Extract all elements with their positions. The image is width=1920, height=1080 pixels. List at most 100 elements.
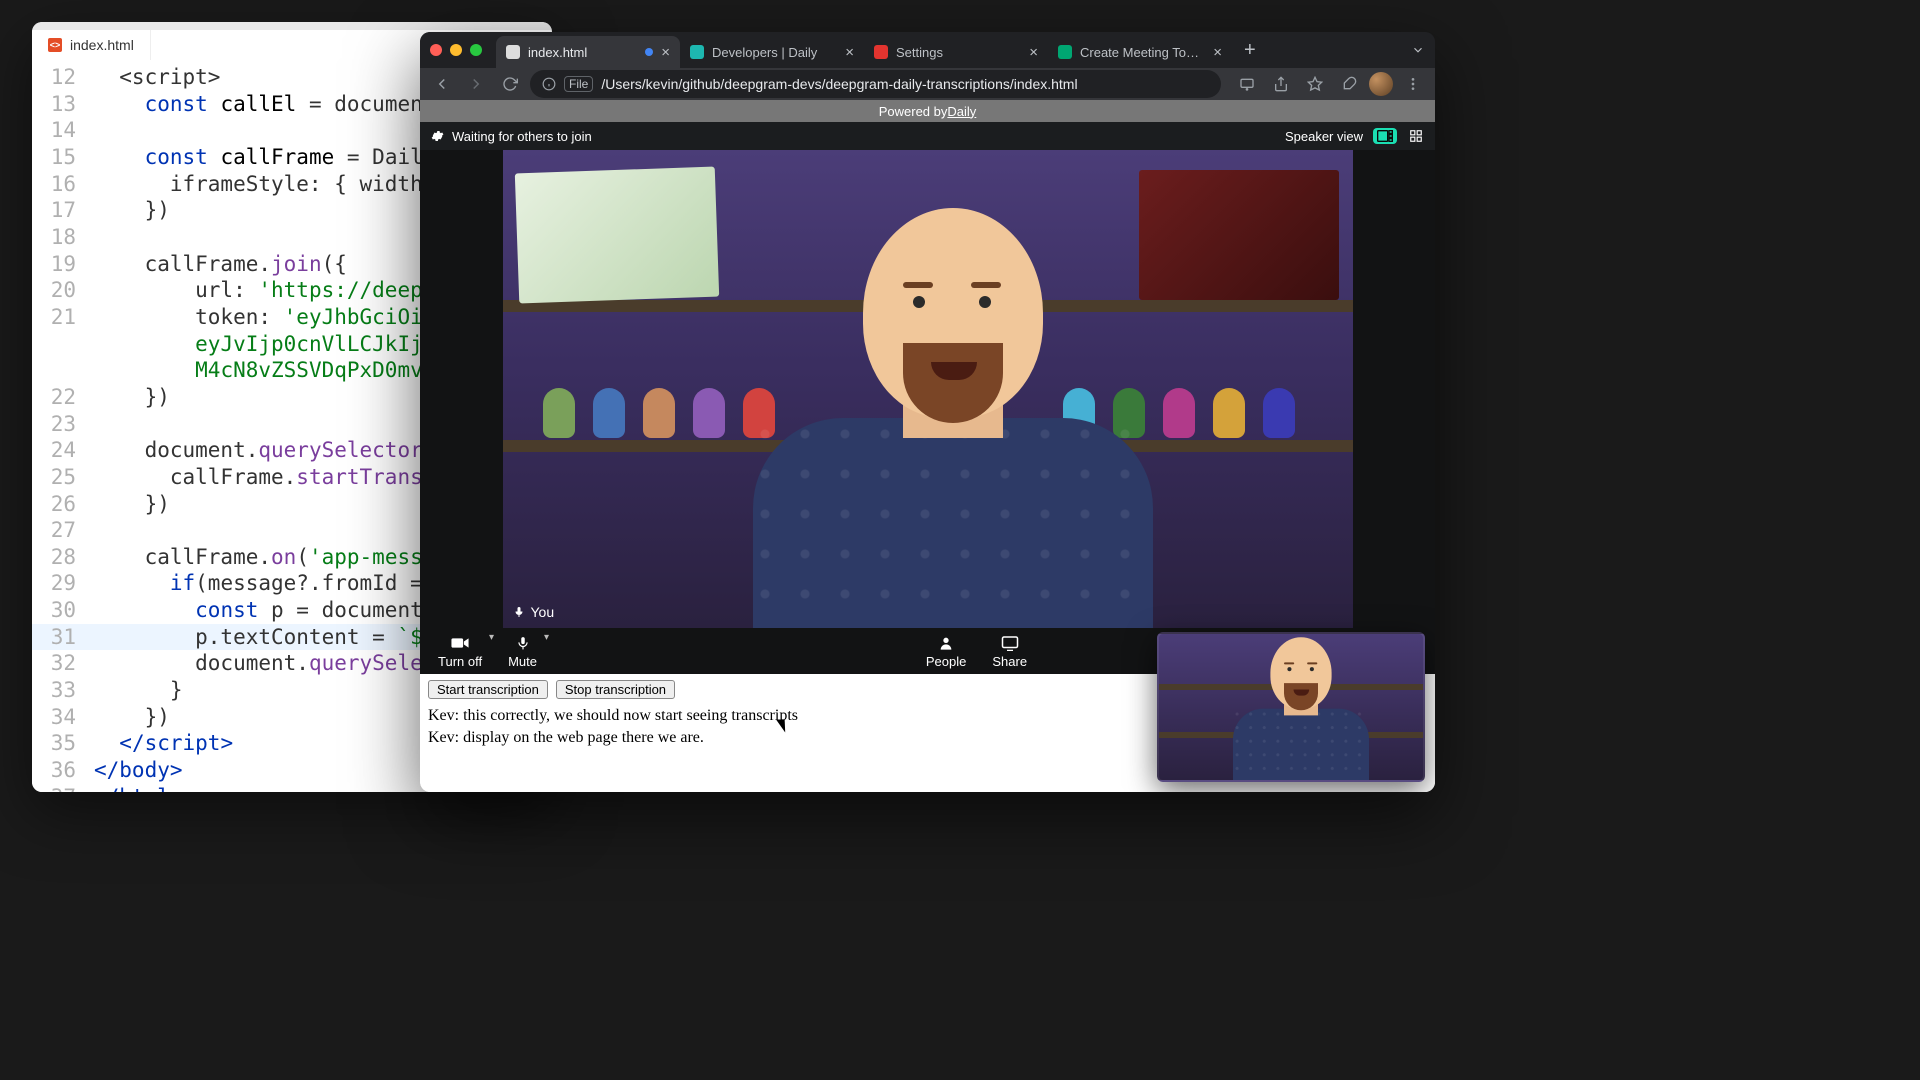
line-number: 24	[32, 437, 94, 464]
line-number: 36	[32, 757, 94, 784]
tab-close-button[interactable]: ×	[1029, 45, 1038, 60]
cast-icon[interactable]	[1233, 70, 1261, 98]
mouse-cursor	[780, 716, 792, 734]
tab-title: index.html	[528, 45, 637, 60]
line-number: 30	[32, 597, 94, 624]
tab-favicon-icon	[874, 45, 888, 59]
nav-forward-button[interactable]	[462, 70, 490, 98]
profile-avatar[interactable]	[1369, 72, 1393, 96]
share-icon[interactable]	[1267, 70, 1295, 98]
browser-tab[interactable]: Developers | Daily ×	[680, 36, 864, 68]
line-number: 17	[32, 197, 94, 224]
line-number: 14	[32, 117, 94, 144]
tab-favicon-icon	[506, 45, 520, 59]
tab-title: Developers | Daily	[712, 45, 837, 60]
window-minimize-button[interactable]	[450, 44, 462, 56]
mic-toggle-button[interactable]: ▾ Mute	[508, 634, 537, 669]
line-number: 32	[32, 650, 94, 677]
tab-close-button[interactable]: ×	[1213, 45, 1222, 60]
tab-title: Create Meeting Token - My W	[1080, 45, 1205, 60]
html-file-icon: <>	[48, 38, 62, 52]
browser-tab[interactable]: index.html ×	[496, 36, 680, 68]
url-input[interactable]: File /Users/kevin/github/deepgram-devs/d…	[530, 70, 1221, 98]
tab-close-button[interactable]: ×	[845, 45, 854, 60]
line-number: 16	[32, 171, 94, 198]
daily-call-frame: Powered by Daily Waiting for others to j…	[420, 100, 1435, 674]
mic-toggle-label: Mute	[508, 654, 537, 669]
bookmark-star-icon[interactable]	[1301, 70, 1329, 98]
participant-video-self	[703, 198, 1203, 628]
tab-unsaved-indicator	[645, 48, 653, 56]
speaker-view-label: Speaker view	[1285, 129, 1363, 144]
url-scheme-chip: File	[564, 76, 593, 92]
window-maximize-button[interactable]	[470, 44, 482, 56]
tab-close-button[interactable]: ×	[661, 45, 670, 60]
main-video-tile[interactable]: You	[503, 150, 1353, 628]
line-number	[32, 357, 94, 384]
speaker-view-button[interactable]	[1373, 128, 1397, 144]
people-label: People	[926, 654, 966, 669]
line-number: 35	[32, 730, 94, 757]
people-button[interactable]: People	[926, 634, 966, 669]
line-number: 27	[32, 517, 94, 544]
new-tab-button[interactable]: +	[1232, 39, 1268, 62]
line-number: 28	[32, 544, 94, 571]
line-number	[32, 331, 94, 358]
camera-toggle-button[interactable]: ▾ Turn off	[438, 634, 482, 669]
line-number: 21	[32, 304, 94, 331]
line-number: 18	[32, 224, 94, 251]
daily-powered-banner: Powered by Daily	[420, 100, 1435, 122]
url-text: /Users/kevin/github/deepgram-devs/deepgr…	[601, 76, 1077, 92]
share-label: Share	[992, 654, 1027, 669]
tabs-overflow-button[interactable]	[1411, 43, 1425, 57]
line-number: 26	[32, 491, 94, 518]
site-info-icon[interactable]	[542, 77, 556, 91]
stop-transcription-button[interactable]: Stop transcription	[556, 680, 675, 699]
daily-link[interactable]: Daily	[947, 104, 976, 119]
share-button[interactable]: Share	[992, 634, 1027, 669]
window-close-button[interactable]	[430, 44, 442, 56]
tab-favicon-icon	[1058, 45, 1072, 59]
screen-share-icon	[1001, 634, 1019, 652]
browser-menu-icon[interactable]	[1399, 70, 1427, 98]
camera-toggle-label: Turn off	[438, 654, 482, 669]
camera-icon	[450, 634, 470, 652]
nav-back-button[interactable]	[428, 70, 456, 98]
line-number: 37	[32, 784, 94, 792]
line-number: 29	[32, 570, 94, 597]
editor-tab-filename: index.html	[70, 37, 134, 53]
line-number: 22	[32, 384, 94, 411]
browser-window: index.html×Developers | Daily×Settings×C…	[420, 32, 1435, 792]
start-transcription-button[interactable]: Start transcription	[428, 680, 548, 699]
line-number: 31	[32, 624, 94, 651]
line-number: 20	[32, 277, 94, 304]
extensions-icon[interactable]	[1335, 70, 1363, 98]
tab-strip: index.html×Developers | Daily×Settings×C…	[420, 32, 1435, 68]
tab-favicon-icon	[690, 45, 704, 59]
window-controls	[430, 44, 482, 56]
chevron-down-icon[interactable]: ▾	[544, 632, 549, 643]
line-number: 34	[32, 704, 94, 731]
line-number: 25	[32, 464, 94, 491]
participant-label-self: You	[513, 604, 555, 620]
chevron-down-icon[interactable]: ▾	[489, 632, 494, 643]
editor-tab-active[interactable]: <> index.html	[32, 30, 151, 60]
mic-icon	[513, 606, 525, 618]
picture-in-picture[interactable]	[1157, 632, 1425, 782]
editor-titlebar	[32, 22, 552, 30]
browser-tab[interactable]: Create Meeting Token - My W ×	[1048, 36, 1232, 68]
browser-tab[interactable]: Settings ×	[864, 36, 1048, 68]
you-label-text: You	[531, 604, 555, 620]
daily-topbar: Waiting for others to join Speaker view	[420, 122, 1435, 150]
line-number: 33	[32, 677, 94, 704]
line-number: 19	[32, 251, 94, 278]
mic-icon	[516, 634, 530, 652]
line-number: 23	[32, 411, 94, 438]
tab-title: Settings	[896, 45, 1021, 60]
line-number: 12	[32, 64, 94, 91]
nav-reload-button[interactable]	[496, 70, 524, 98]
line-number: 15	[32, 144, 94, 171]
grid-view-button[interactable]	[1407, 127, 1425, 145]
gear-icon[interactable]	[430, 129, 444, 143]
waiting-status-text: Waiting for others to join	[452, 129, 592, 144]
